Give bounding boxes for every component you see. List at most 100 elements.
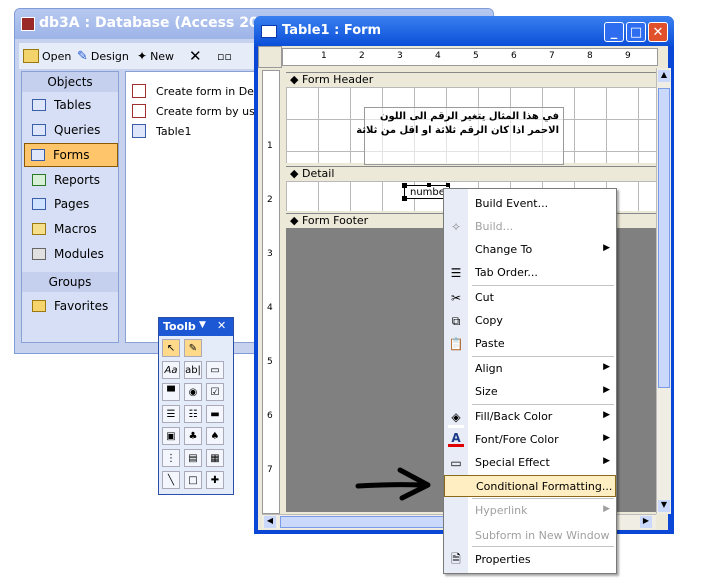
- textbox-tool-icon[interactable]: ab|: [184, 361, 202, 379]
- command-button-tool-icon[interactable]: ▬: [206, 405, 224, 423]
- object-forms[interactable]: Forms: [24, 143, 118, 167]
- toolbox-window: Toolb ▼ ✕ ↖ ✎ Aa ab| ▭ ▀ ◉ ☑ ☰ ☷ ▬ ▣ ♣ ♠…: [158, 317, 234, 495]
- submenu-arrow-icon: ▶: [603, 385, 610, 395]
- ruler-mark: 1: [321, 51, 327, 61]
- list-item[interactable]: Create form by usin: [132, 102, 265, 120]
- list-box-tool-icon[interactable]: ☷: [184, 405, 202, 423]
- rectangle-tool-icon[interactable]: □: [184, 471, 202, 489]
- vertical-scrollbar[interactable]: ▲ ▼: [656, 68, 671, 514]
- checkbox-tool-icon[interactable]: ☑: [206, 383, 224, 401]
- menu-item-paste[interactable]: 📋 Paste: [444, 333, 616, 355]
- menu-item-special-effect[interactable]: ▭ Special Effect ▶: [444, 452, 616, 474]
- vertical-ruler-mark: 4: [267, 303, 273, 313]
- horizontal-ruler[interactable]: 1 2 3 4 5 6 7 8 9: [282, 48, 658, 66]
- menu-item-build-event[interactable]: Build Event...: [444, 193, 616, 215]
- special-effect-icon: ▭: [450, 456, 462, 470]
- close-button[interactable]: ✕: [648, 22, 668, 42]
- form-header-bar[interactable]: ◆ Form Header: [286, 72, 656, 88]
- option-button-tool-icon[interactable]: ◉: [184, 383, 202, 401]
- object-tables[interactable]: Tables: [26, 94, 116, 116]
- scroll-up-icon[interactable]: ▲: [658, 70, 670, 82]
- maximize-button[interactable]: □: [626, 22, 646, 42]
- menu-item-conditional-formatting[interactable]: Conditional Formatting...: [444, 475, 616, 497]
- ruler-mark: 9: [625, 51, 631, 61]
- object-modules[interactable]: Modules: [26, 243, 116, 265]
- design-button[interactable]: ✎ Design: [77, 47, 129, 65]
- subform-tool-icon[interactable]: ▦: [206, 449, 224, 467]
- unbound-object-tool-icon[interactable]: ♣: [184, 427, 202, 445]
- group-favorites[interactable]: Favorites: [26, 295, 116, 317]
- ruler-mark: 3: [397, 51, 403, 61]
- group-favorites-label: Favorites: [54, 299, 109, 313]
- select-objects-tool-icon[interactable]: ↖: [162, 339, 180, 357]
- large-icons-icon[interactable]: ▫▫: [217, 47, 232, 65]
- form-header-section[interactable]: في هذا المثال يتغير الرقم الى اللون الاح…: [286, 87, 656, 165]
- toolbox-close-icon[interactable]: ✕: [217, 319, 226, 332]
- open-button[interactable]: Open: [23, 47, 71, 65]
- menu-item-cut[interactable]: ✂ Cut: [444, 287, 616, 309]
- form-window-titlebar[interactable]: Table1 : Form _ □ ✕: [254, 16, 674, 46]
- arabic-label[interactable]: في هذا المثال يتغير الرقم الى اللون الاح…: [356, 107, 564, 165]
- ruler-corner[interactable]: [258, 46, 282, 68]
- list-item-label: Create form by usin: [156, 104, 265, 118]
- resize-handle[interactable]: [446, 183, 450, 187]
- more-controls-tool-icon[interactable]: ✚: [206, 471, 224, 489]
- menu-item-label: Special Effect: [475, 456, 550, 469]
- form-footer-label: Form Footer: [301, 214, 369, 227]
- page-break-tool-icon[interactable]: ⋮: [162, 449, 180, 467]
- toolbox-menu-icon[interactable]: ▼: [199, 320, 206, 330]
- form-header-label: Form Header: [301, 73, 374, 86]
- toolbox-titlebar[interactable]: Toolb ▼ ✕: [159, 318, 233, 336]
- new-button[interactable]: ✦ New: [137, 47, 174, 65]
- menu-item-label: Size: [475, 385, 498, 398]
- arabic-label-line2: الاحمر اذا كان الرقم ثلاثة او اقل من ثلا…: [356, 125, 559, 136]
- resize-handle[interactable]: [402, 183, 407, 188]
- list-item[interactable]: Create form in Desi: [132, 82, 263, 100]
- list-item-label: Table1: [156, 124, 192, 138]
- option-group-tool-icon[interactable]: ▭: [206, 361, 224, 379]
- scroll-down-icon[interactable]: ▼: [658, 500, 670, 512]
- scroll-right-icon[interactable]: ▶: [640, 516, 652, 528]
- menu-item-fill-back-color[interactable]: ◈ Fill/Back Color ▶: [444, 406, 616, 428]
- list-item[interactable]: Table1: [132, 122, 191, 140]
- object-pages[interactable]: Pages: [26, 193, 116, 215]
- vertical-ruler[interactable]: 1 2 3 4 5 6 7: [262, 70, 280, 514]
- vertical-scroll-thumb[interactable]: [658, 88, 670, 388]
- menu-item-label: Fill/Back Color: [475, 410, 553, 423]
- menu-item-size[interactable]: Size ▶: [444, 381, 616, 403]
- control-wizards-tool-icon[interactable]: ✎: [184, 339, 202, 357]
- menu-item-subform-new-window[interactable]: Subform in New Window: [444, 525, 616, 547]
- menu-item-align[interactable]: Align ▶: [444, 358, 616, 380]
- delete-icon[interactable]: ✕: [189, 47, 202, 65]
- line-tool-icon[interactable]: ╲: [162, 471, 180, 489]
- menu-item-properties[interactable]: 🗎 Properties: [444, 549, 616, 571]
- menu-item-hyperlink[interactable]: Hyperlink ▶: [444, 500, 616, 522]
- menu-item-label: Hyperlink: [475, 504, 528, 517]
- object-reports[interactable]: Reports: [26, 169, 116, 191]
- menu-item-copy[interactable]: ⧉ Copy: [444, 310, 616, 332]
- object-queries[interactable]: Queries: [26, 119, 116, 141]
- label-tool-icon[interactable]: Aa: [162, 361, 180, 379]
- toggle-button-tool-icon[interactable]: ▀: [162, 383, 180, 401]
- collapse-icon: ◆: [290, 167, 299, 180]
- menu-item-font-fore-color[interactable]: A Font/Fore Color ▶: [444, 429, 616, 451]
- combo-box-tool-icon[interactable]: ☰: [162, 405, 180, 423]
- menu-item-build[interactable]: ✧ Build...: [444, 216, 616, 238]
- menu-item-change-to[interactable]: Change To ▶: [444, 239, 616, 261]
- menu-item-label: Subform in New Window: [475, 529, 610, 542]
- menu-item-label: Properties: [475, 553, 531, 566]
- object-reports-label: Reports: [54, 173, 101, 187]
- detail-bar[interactable]: ◆ Detail: [286, 166, 656, 182]
- bound-object-tool-icon[interactable]: ♠: [206, 427, 224, 445]
- tab-control-tool-icon[interactable]: ▤: [184, 449, 202, 467]
- menu-item-tab-order[interactable]: ☰ Tab Order...: [444, 262, 616, 284]
- scroll-left-icon[interactable]: ◀: [264, 516, 276, 528]
- pointer-arrow-icon: [355, 467, 431, 501]
- minimize-button[interactable]: _: [604, 22, 624, 42]
- resize-handle[interactable]: [427, 183, 431, 187]
- image-tool-icon[interactable]: ▣: [162, 427, 180, 445]
- resize-handle[interactable]: [402, 196, 407, 201]
- object-macros[interactable]: Macros: [26, 218, 116, 240]
- menu-item-label: Change To: [475, 243, 533, 256]
- ruler-mark: 5: [473, 51, 479, 61]
